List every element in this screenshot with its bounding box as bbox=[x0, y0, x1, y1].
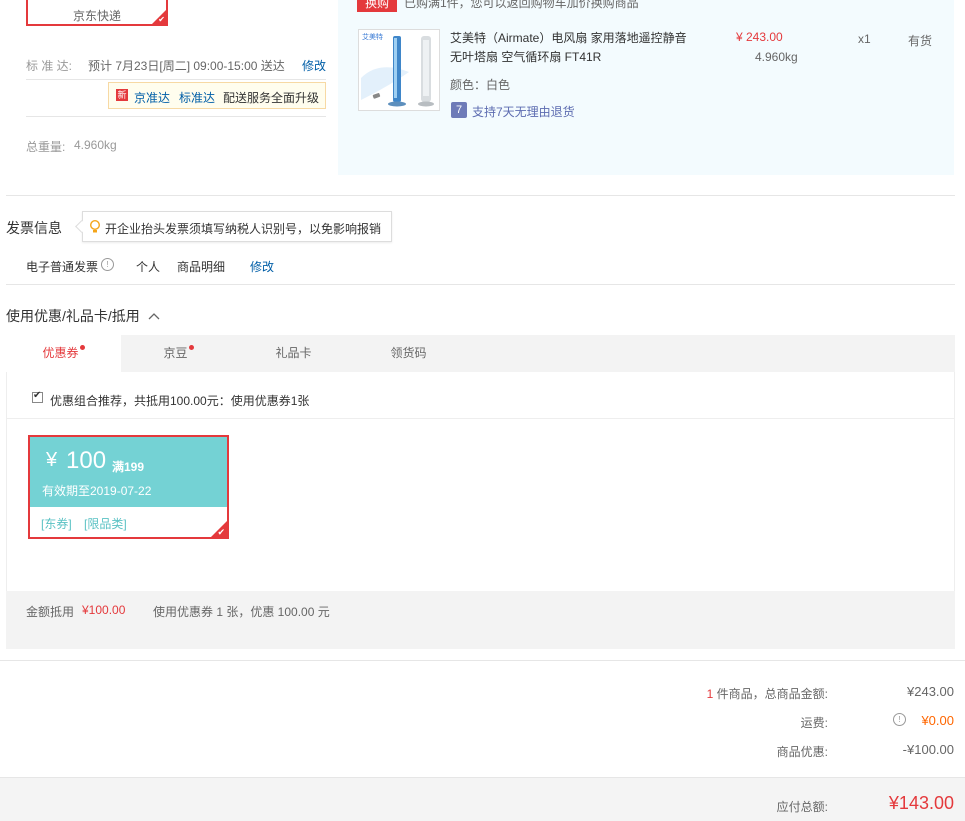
product-color: 颜色：白色 bbox=[450, 78, 511, 92]
combo-text: 优惠组合推荐，共抵用100.00元：使用优惠券1张 bbox=[50, 394, 310, 408]
jzd-link[interactable]: 京准达 bbox=[134, 89, 170, 106]
total-weight-value: 4.960kg bbox=[74, 138, 117, 152]
discount-section-toggle[interactable]: 使用优惠/礼品卡/抵用 bbox=[6, 306, 160, 326]
product-name-line2[interactable]: 无叶塔扇 空气循环扇 FT41R bbox=[450, 48, 601, 65]
section-divider bbox=[6, 195, 955, 196]
new-dot-icon bbox=[188, 345, 194, 350]
shipping-method-label: 京东快递 bbox=[72, 9, 121, 23]
tip-arrow bbox=[75, 220, 88, 233]
coupon-valid-date: 有效期至2019-07-22 bbox=[42, 484, 152, 498]
tab-gift-card[interactable]: 礼品卡 bbox=[236, 335, 351, 373]
modify-invoice-link[interactable]: 修改 bbox=[250, 258, 274, 275]
section-divider bbox=[0, 660, 965, 661]
coupon-tag-category: [限品类] bbox=[84, 517, 127, 531]
payable-amount: ¥143.00 bbox=[888, 793, 954, 813]
tab-coupons[interactable]: 优惠券 bbox=[6, 335, 121, 373]
goods-amount: ¥243.00 bbox=[907, 684, 954, 699]
goods-count: 1 bbox=[706, 687, 714, 701]
invoice-title: 发票信息 bbox=[6, 220, 62, 236]
divider bbox=[26, 116, 326, 117]
invoice-tip-text: 开企业抬头发票须填写纳税人识别号，以免影响报销 bbox=[105, 222, 382, 236]
invoice-content: 商品明细 bbox=[177, 260, 226, 274]
section-divider bbox=[6, 284, 955, 285]
invoice-tip: 开企业抬头发票须填写纳税人识别号，以免影响报销 bbox=[75, 211, 392, 242]
coupon-card[interactable]: ¥ 100 满199 有效期至2019-07-22 [东券] [限品类] ✔ bbox=[28, 435, 229, 539]
tab-label: 礼品卡 bbox=[275, 346, 312, 360]
product-price: ¥ 243.00 bbox=[736, 30, 783, 44]
standard-delivery-label: 标 准 达: bbox=[26, 59, 73, 73]
combo-checkbox[interactable] bbox=[32, 390, 43, 403]
discount-label: 商品优惠: bbox=[776, 745, 828, 759]
payable-label: 应付总额: bbox=[776, 800, 828, 814]
upgrade-text: 配送服务全面升级 bbox=[223, 91, 320, 105]
product-name-line1[interactable]: 艾美特（Airmate）电风扇 家用落地遥控静音 bbox=[450, 29, 687, 46]
product-thumbnail[interactable]: 艾美特 bbox=[358, 29, 440, 111]
goods-count-label: 件商品，总商品金额: bbox=[716, 687, 828, 701]
lightbulb-icon bbox=[90, 220, 100, 233]
summary-detail: 使用优惠券 1 张，优惠 100.00 元 bbox=[153, 605, 330, 619]
check-icon: ✔ bbox=[158, 15, 165, 24]
invoice-type: 电子普通发票 bbox=[26, 260, 99, 274]
modify-delivery-link[interactable]: 修改 bbox=[302, 57, 326, 74]
discount-title: 使用优惠/礼品卡/抵用 bbox=[6, 308, 140, 324]
divider bbox=[6, 418, 955, 419]
coupon-top: ¥ 100 满199 有效期至2019-07-22 bbox=[30, 437, 227, 507]
coupon-tag-dongquan: [东券] bbox=[41, 517, 72, 531]
fan-image bbox=[361, 36, 434, 107]
tab-label: 领货码 bbox=[390, 346, 427, 360]
product-stock: 有货 bbox=[908, 34, 933, 48]
tab-label: 京豆 bbox=[163, 346, 188, 360]
new-dot-icon bbox=[79, 345, 85, 350]
tab-jingdou[interactable]: 京豆 bbox=[121, 335, 236, 373]
divider bbox=[26, 79, 326, 80]
swap-badge: 换购 bbox=[357, 0, 397, 12]
seven-day-return-icon: 7 bbox=[451, 102, 467, 118]
discount-amount: -¥100.00 bbox=[902, 742, 954, 757]
delivery-upgrade-tip: 新 京准达 标准达 配送服务全面升级 bbox=[108, 82, 326, 109]
shipping-method-jd-express[interactable]: 京东快递 ✔ bbox=[26, 0, 168, 26]
new-badge-icon: 新 bbox=[116, 89, 128, 101]
swap-text: 已购满1件，您可以返回购物车加价换购商品 bbox=[404, 0, 639, 10]
total-weight-label: 总重量: bbox=[26, 140, 66, 154]
coupon-threshold: 满199 bbox=[112, 460, 145, 474]
product-weight: 4.960kg bbox=[755, 50, 798, 64]
invoice-holder: 个人 bbox=[136, 260, 161, 274]
standard-delivery-time: 预计 7月23日[周二] 09:00-15:00 送达 bbox=[88, 59, 285, 73]
freight-label: 运费: bbox=[800, 716, 828, 730]
seven-day-return-text: 支持7天无理由退货 bbox=[472, 105, 575, 119]
info-icon[interactable]: ! bbox=[101, 258, 114, 271]
discount-summary: 金额抵用 ¥100.00 使用优惠券 1 张，优惠 100.00 元 bbox=[6, 591, 955, 649]
payable-bar: 应付总额: ¥143.00 bbox=[0, 777, 965, 821]
goods-count-row: 1 件商品，总商品金额: bbox=[707, 685, 828, 702]
coupon-amount: 100 bbox=[66, 447, 107, 474]
product-qty: x1 bbox=[858, 32, 871, 46]
freight-info-icon[interactable]: ! bbox=[893, 713, 906, 726]
summary-amount: ¥100.00 bbox=[82, 603, 126, 617]
coupon-currency: ¥ bbox=[46, 449, 58, 471]
tab-label: 优惠券 bbox=[42, 346, 79, 360]
check-icon: ✔ bbox=[217, 527, 225, 537]
bzd-link[interactable]: 标准达 bbox=[179, 89, 215, 106]
tab-pickup-code[interactable]: 领货码 bbox=[351, 335, 466, 373]
summary-label: 金额抵用 bbox=[26, 605, 75, 619]
discount-tabs: 优惠券 京豆 礼品卡 领货码 bbox=[6, 335, 955, 373]
chevron-up-icon bbox=[148, 313, 160, 320]
freight-amount: ¥0.00 bbox=[921, 713, 954, 728]
